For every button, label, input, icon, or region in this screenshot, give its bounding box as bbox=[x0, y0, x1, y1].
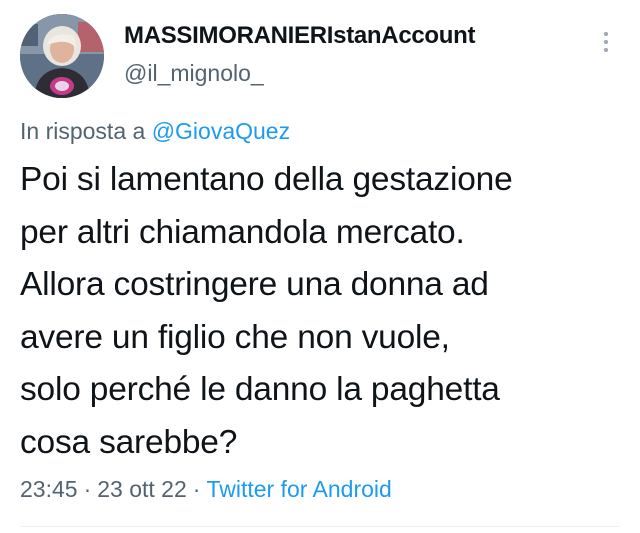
tweet-source-link[interactable]: Twitter for Android bbox=[206, 476, 391, 502]
dot bbox=[604, 40, 608, 44]
tweet-text-line: avere un figlio che non vuole, bbox=[20, 318, 450, 356]
separator: · bbox=[192, 476, 201, 502]
tweet-text-line: solo perché le danno la paghetta bbox=[20, 371, 500, 408]
tweet-text-line: per altri chiamandola mercato. bbox=[20, 213, 465, 251]
tweet-date[interactable]: 23 ott 22 bbox=[97, 476, 187, 502]
tweet-text: Poi si lamentano della gestazione per al… bbox=[20, 154, 625, 469]
more-options-icon[interactable] bbox=[596, 26, 616, 58]
tweet-time[interactable]: 23:45 bbox=[20, 476, 78, 502]
tweet: MASSIMORANIERIstanAccount @il_mignolo_ I… bbox=[0, 0, 640, 533]
tweet-metadata: 23:45 · 23 ott 22 · Twitter for Android bbox=[20, 476, 392, 503]
dot bbox=[604, 48, 608, 52]
dot bbox=[604, 32, 608, 36]
reply-prefix: In risposta a bbox=[20, 118, 146, 144]
separator: · bbox=[83, 476, 92, 502]
tweet-text-line: Allora costringere una donna ad bbox=[20, 266, 489, 303]
username-handle[interactable]: @il_mignolo_ bbox=[124, 60, 264, 87]
display-name[interactable]: MASSIMORANIERIstanAccount bbox=[124, 22, 476, 50]
profile-photo-icon bbox=[20, 14, 104, 98]
reply-mention-link[interactable]: @GiovaQuez bbox=[152, 118, 290, 144]
reply-context: In risposta a @GiovaQuez bbox=[20, 118, 290, 145]
avatar[interactable] bbox=[20, 14, 104, 98]
tweet-text-line: Poi si lamentano della gestazione bbox=[20, 161, 513, 198]
divider bbox=[20, 526, 620, 527]
tweet-text-line: cosa sarebbe? bbox=[20, 423, 238, 461]
